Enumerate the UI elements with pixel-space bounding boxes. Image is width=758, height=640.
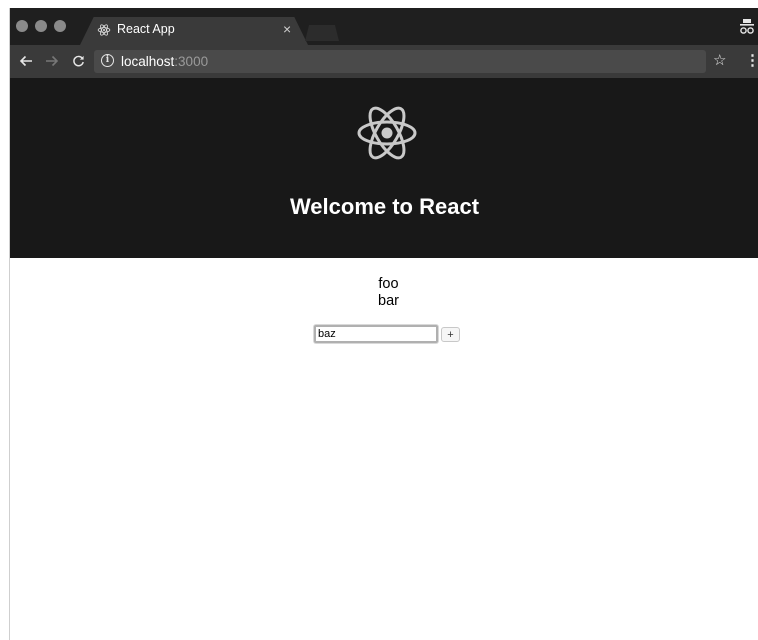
reload-icon[interactable] [68,51,88,71]
tab-title: React App [117,22,175,36]
kebab-menu-icon[interactable]: ⋮ [745,51,758,69]
minimize-window-button[interactable] [35,20,47,32]
url-text: localhost:3000 [121,54,208,69]
page-title: Welcome to React [289,194,480,219]
url-port: :3000 [174,54,209,69]
star-icon[interactable]: ☆ [713,51,726,69]
active-tab[interactable] [80,17,308,45]
new-tab-button[interactable] [305,25,339,41]
new-item-input[interactable] [314,325,438,343]
maximize-window-button[interactable] [54,20,66,32]
react-logo-icon [96,22,112,38]
browser-toolbar: i localhost:3000 ☆ ⋮ [10,45,758,78]
address-bar[interactable]: i localhost:3000 [94,50,706,73]
tab-close-icon[interactable]: × [283,21,291,37]
url-host: localhost [121,54,175,69]
react-logo-icon [356,102,418,164]
incognito-icon [739,18,755,36]
list-item: bar [378,293,399,309]
list-item: foo [378,276,399,292]
tab-strip: React App × [10,8,758,45]
app-header: Welcome to React [10,78,758,258]
add-item-button[interactable]: + [441,327,460,342]
close-window-button[interactable] [16,20,28,32]
browser-window: React App × i localhost:3000 ☆ ⋮ [9,8,758,640]
arrow-left-icon[interactable] [16,51,36,71]
todo-list: foo bar [10,276,758,310]
arrow-right-icon[interactable] [42,51,62,71]
info-icon[interactable]: i [101,54,114,67]
